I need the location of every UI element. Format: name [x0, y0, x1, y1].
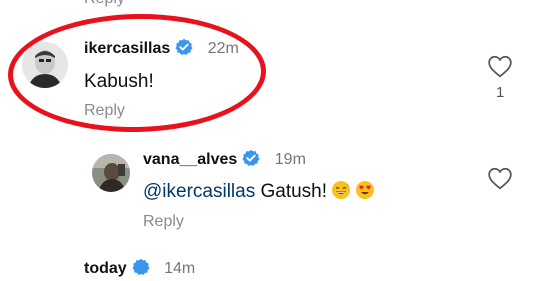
avatar[interactable] — [92, 154, 130, 192]
timestamp: 22m — [207, 40, 239, 57]
grinning-sweat-emoji-icon — [331, 180, 351, 200]
comment-header: vana__alves 19m — [143, 149, 306, 169]
mention-link[interactable]: @ikercasillas — [143, 181, 255, 202]
comment-text: @ikercasillas Gatush! — [143, 180, 375, 203]
avatar-image — [22, 42, 68, 88]
avatar[interactable] — [22, 42, 68, 88]
heart-outline-icon — [488, 167, 512, 190]
username[interactable]: vana__alves — [143, 151, 237, 168]
timestamp: 14m — [164, 260, 196, 277]
heart-eyes-emoji-icon — [355, 180, 375, 200]
verified-badge-icon — [242, 149, 260, 167]
verified-badge-icon — [175, 38, 193, 56]
comment-vana-alves: vana__alves 19m @ikercasillas Gatush! Re… — [0, 140, 539, 240]
reply-button[interactable]: Reply — [143, 213, 184, 231]
timestamp: 19m — [274, 151, 306, 168]
heart-outline-icon — [488, 55, 512, 78]
comment-ikercasillas: ikercasillas 22m Kabush! Reply 1 — [0, 30, 539, 130]
comment-text: Kabush! — [84, 71, 154, 92]
username[interactable]: ikercasillas — [84, 40, 170, 57]
verified-badge-icon — [132, 258, 150, 276]
reply-button[interactable]: Reply — [84, 102, 125, 120]
comment-body: Gatush! — [260, 181, 328, 202]
like-button[interactable] — [487, 54, 513, 83]
username[interactable]: today — [84, 260, 127, 277]
like-button[interactable] — [487, 166, 513, 195]
avatar-image — [92, 154, 130, 192]
comment-header: ikercasillas 22m — [84, 38, 239, 58]
next-comment-header: today 14m — [84, 258, 195, 278]
previous-comment-reply-button[interactable]: Reply — [84, 0, 125, 8]
like-count: 1 — [496, 84, 505, 101]
